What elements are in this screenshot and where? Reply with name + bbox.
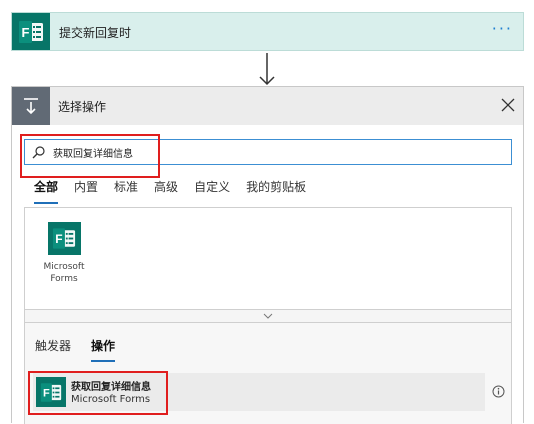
- search-input[interactable]: [53, 144, 493, 161]
- tab-builtin[interactable]: 内置: [74, 178, 98, 204]
- microsoft-forms-icon: F: [47, 222, 81, 255]
- tab-custom[interactable]: 自定义: [194, 178, 230, 204]
- tab-actions[interactable]: 操作: [91, 337, 116, 362]
- svg-text:F: F: [22, 25, 30, 40]
- insert-step-icon: [12, 87, 50, 125]
- action-item-get-response-details[interactable]: F 获取回复详细信息 Microsoft Forms: [33, 373, 485, 411]
- microsoft-forms-icon: F: [36, 377, 66, 407]
- more-options-icon[interactable]: ···: [492, 21, 513, 37]
- tab-my-clipboard[interactable]: 我的剪贴板: [246, 178, 306, 204]
- close-icon[interactable]: [501, 98, 515, 112]
- tab-triggers[interactable]: 触发器: [35, 337, 71, 362]
- category-tabs: 全部 内置 标准 高级 自定义 我的剪贴板: [34, 178, 322, 204]
- search-box[interactable]: [24, 139, 512, 165]
- connector-microsoft-forms[interactable]: F Microsoft Forms: [44, 222, 84, 302]
- action-type-tabs: 触发器 操作: [35, 337, 135, 362]
- microsoft-forms-icon: F: [12, 13, 50, 50]
- collapse-toggle[interactable]: [24, 309, 512, 323]
- info-icon[interactable]: [492, 385, 505, 398]
- svg-text:F: F: [55, 232, 62, 246]
- action-item-connector: Microsoft Forms: [71, 394, 151, 405]
- trigger-card[interactable]: F 提交新回复时 ···: [11, 12, 524, 51]
- choose-action-title: 选择操作: [58, 100, 107, 114]
- tab-premium[interactable]: 高级: [154, 178, 178, 204]
- choose-action-header: 选择操作: [12, 87, 523, 125]
- chevron-down-icon: [263, 313, 273, 319]
- trigger-title: 提交新回复时: [59, 26, 132, 40]
- choose-action-card: 选择操作 全部 内置 标准 高级 自定义 我的剪贴板: [11, 86, 524, 424]
- connector-label: Microsoft Forms: [43, 262, 85, 284]
- tab-standard[interactable]: 标准: [114, 178, 138, 204]
- arrow-down-icon: [259, 53, 275, 86]
- svg-text:F: F: [43, 387, 50, 399]
- connector-results: F Microsoft Forms: [24, 207, 512, 309]
- search-icon: [32, 146, 45, 159]
- action-list-panel: 触发器 操作 F 获取回复详细信息 Microsoft Forms: [24, 323, 512, 424]
- tab-all[interactable]: 全部: [34, 178, 59, 204]
- action-item-name: 获取回复详细信息: [71, 382, 151, 393]
